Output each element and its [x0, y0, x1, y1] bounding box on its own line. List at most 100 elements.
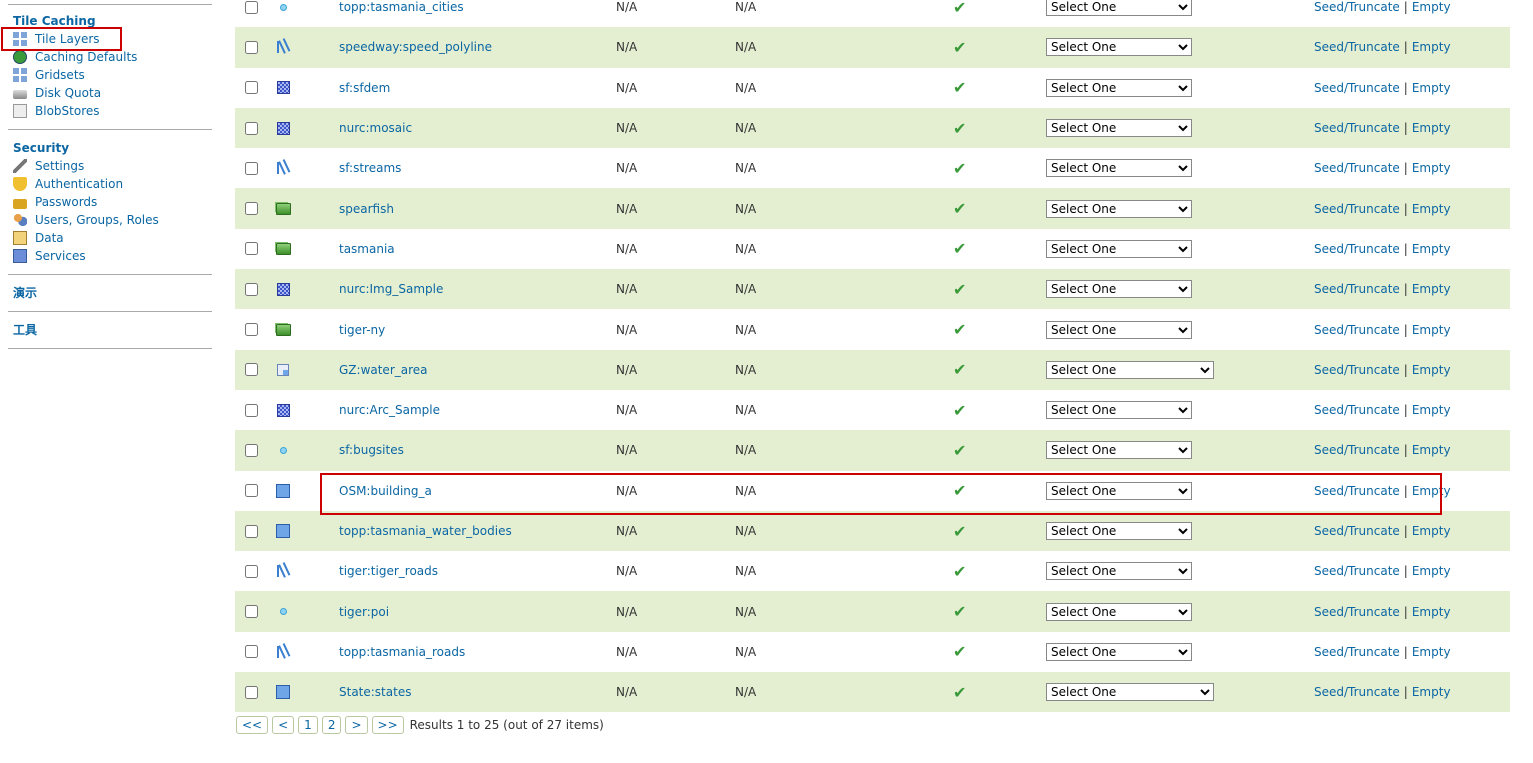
preview-format-select[interactable]: Select One	[1046, 441, 1192, 460]
empty-link[interactable]: Empty	[1412, 161, 1451, 175]
preview-format-select[interactable]: Select One	[1046, 38, 1192, 57]
empty-link[interactable]: Empty	[1412, 524, 1451, 538]
preview-format-select[interactable]: Select One	[1046, 159, 1192, 178]
seed-truncate-link[interactable]: Seed/Truncate	[1314, 161, 1400, 175]
row-checkbox[interactable]	[245, 685, 258, 699]
layer-name-link[interactable]: topp:tasmania_cities	[339, 0, 464, 14]
row-checkbox[interactable]	[245, 363, 258, 377]
nav-item-blobstores[interactable]: BlobStores	[8, 102, 212, 120]
seed-truncate-link[interactable]: Seed/Truncate	[1314, 40, 1400, 54]
layer-name-link[interactable]: tiger:poi	[339, 605, 389, 619]
layer-name-link[interactable]: speedway:speed_polyline	[339, 40, 492, 54]
layer-name-link[interactable]: topp:tasmania_water_bodies	[339, 524, 512, 538]
preview-format-select[interactable]: Select One	[1046, 481, 1192, 500]
empty-link[interactable]: Empty	[1412, 282, 1451, 296]
empty-link[interactable]: Empty	[1412, 443, 1451, 457]
empty-link[interactable]: Empty	[1412, 323, 1451, 337]
layer-name-link[interactable]: sf:bugsites	[339, 443, 404, 457]
preview-format-select[interactable]: Select One	[1046, 683, 1214, 702]
nav-item-settings[interactable]: Settings	[8, 157, 212, 175]
nav-item-passwords[interactable]: Passwords	[8, 193, 212, 211]
layer-name-link[interactable]: sf:streams	[339, 161, 401, 175]
preview-format-select[interactable]: Select One	[1046, 360, 1214, 379]
preview-format-select[interactable]: Select One	[1046, 78, 1192, 97]
preview-format-select[interactable]: Select One	[1046, 602, 1192, 621]
nav-item-gridsets[interactable]: Gridsets	[8, 66, 212, 84]
preview-format-select[interactable]: Select One	[1046, 522, 1192, 540]
empty-link[interactable]: Empty	[1412, 0, 1451, 14]
layer-name-link[interactable]: GZ:water_area	[339, 363, 428, 377]
empty-link[interactable]: Empty	[1412, 403, 1451, 417]
layer-name-link[interactable]: tiger-ny	[339, 323, 385, 337]
empty-link[interactable]: Empty	[1412, 645, 1451, 659]
seed-truncate-link[interactable]: Seed/Truncate	[1314, 81, 1400, 95]
layer-name-link[interactable]: nurc:mosaic	[339, 121, 412, 135]
row-checkbox[interactable]	[245, 81, 258, 95]
pager-page-1[interactable]: 1	[298, 716, 318, 734]
layer-name-link[interactable]: nurc:Arc_Sample	[339, 403, 440, 417]
row-checkbox[interactable]	[245, 403, 258, 417]
empty-link[interactable]: Empty	[1412, 242, 1451, 256]
seed-truncate-link[interactable]: Seed/Truncate	[1314, 605, 1400, 619]
seed-truncate-link[interactable]: Seed/Truncate	[1314, 363, 1400, 377]
row-checkbox[interactable]	[245, 121, 258, 135]
nav-title-demos[interactable]: 演示	[8, 284, 212, 302]
empty-link[interactable]: Empty	[1412, 363, 1451, 377]
row-checkbox[interactable]	[245, 40, 258, 54]
seed-truncate-link[interactable]: Seed/Truncate	[1314, 443, 1400, 457]
seed-truncate-link[interactable]: Seed/Truncate	[1314, 121, 1400, 135]
preview-format-select[interactable]: Select One	[1046, 280, 1192, 299]
empty-link[interactable]: Empty	[1412, 202, 1451, 216]
preview-format-select[interactable]: Select One	[1046, 562, 1192, 581]
pager-first-button[interactable]: <<	[236, 716, 269, 734]
seed-truncate-link[interactable]: Seed/Truncate	[1314, 242, 1400, 256]
empty-link[interactable]: Empty	[1412, 121, 1451, 135]
row-checkbox[interactable]	[245, 282, 258, 296]
seed-truncate-link[interactable]: Seed/Truncate	[1314, 0, 1400, 14]
seed-truncate-link[interactable]: Seed/Truncate	[1314, 403, 1400, 417]
preview-format-select[interactable]: Select One	[1046, 642, 1192, 661]
row-checkbox[interactable]	[245, 202, 258, 216]
layer-name-link[interactable]: sf:sfdem	[339, 81, 390, 95]
nav-item-authentication[interactable]: Authentication	[8, 175, 212, 193]
nav-item-services[interactable]: Services	[8, 247, 212, 265]
empty-link[interactable]: Empty	[1412, 484, 1451, 498]
row-checkbox[interactable]	[245, 242, 258, 256]
layer-name-link[interactable]: tasmania	[339, 242, 395, 256]
nav-item-users-groups-roles[interactable]: Users, Groups, Roles	[8, 211, 212, 229]
pager-page-2[interactable]: 2	[321, 716, 342, 734]
row-checkbox[interactable]	[245, 605, 258, 619]
seed-truncate-link[interactable]: Seed/Truncate	[1314, 645, 1400, 659]
nav-item-disk-quota[interactable]: Disk Quota	[8, 84, 212, 102]
layer-name-link[interactable]: spearfish	[339, 202, 394, 216]
seed-truncate-link[interactable]: Seed/Truncate	[1314, 484, 1400, 498]
seed-truncate-link[interactable]: Seed/Truncate	[1314, 202, 1400, 216]
row-checkbox[interactable]	[245, 161, 258, 175]
empty-link[interactable]: Empty	[1412, 40, 1451, 54]
preview-format-select[interactable]: Select One	[1046, 239, 1192, 258]
layer-name-link[interactable]: State:states	[339, 685, 411, 699]
preview-format-select[interactable]: Select One	[1046, 320, 1192, 339]
layer-name-link[interactable]: nurc:Img_Sample	[339, 282, 443, 296]
pager-next-button[interactable]: >	[345, 716, 368, 734]
row-checkbox[interactable]	[245, 443, 258, 457]
preview-format-select[interactable]: Select One	[1046, 199, 1192, 218]
preview-format-select[interactable]: Select One	[1046, 401, 1192, 420]
empty-link[interactable]: Empty	[1412, 564, 1451, 578]
row-checkbox[interactable]	[245, 484, 258, 498]
row-checkbox[interactable]	[245, 645, 258, 659]
preview-format-select[interactable]: Select One	[1046, 0, 1192, 17]
layer-name-link[interactable]: tiger:tiger_roads	[339, 564, 438, 578]
row-checkbox[interactable]	[245, 0, 258, 14]
empty-link[interactable]: Empty	[1412, 605, 1451, 619]
nav-title-tools[interactable]: 工具	[8, 321, 212, 339]
seed-truncate-link[interactable]: Seed/Truncate	[1314, 282, 1400, 296]
layer-name-link[interactable]: topp:tasmania_roads	[339, 645, 465, 659]
row-checkbox[interactable]	[245, 564, 258, 578]
row-checkbox[interactable]	[245, 524, 258, 538]
pager-prev-button[interactable]: <	[272, 716, 295, 734]
preview-format-select[interactable]: Select One	[1046, 119, 1192, 138]
seed-truncate-link[interactable]: Seed/Truncate	[1314, 564, 1400, 578]
seed-truncate-link[interactable]: Seed/Truncate	[1314, 685, 1400, 699]
empty-link[interactable]: Empty	[1412, 685, 1451, 699]
